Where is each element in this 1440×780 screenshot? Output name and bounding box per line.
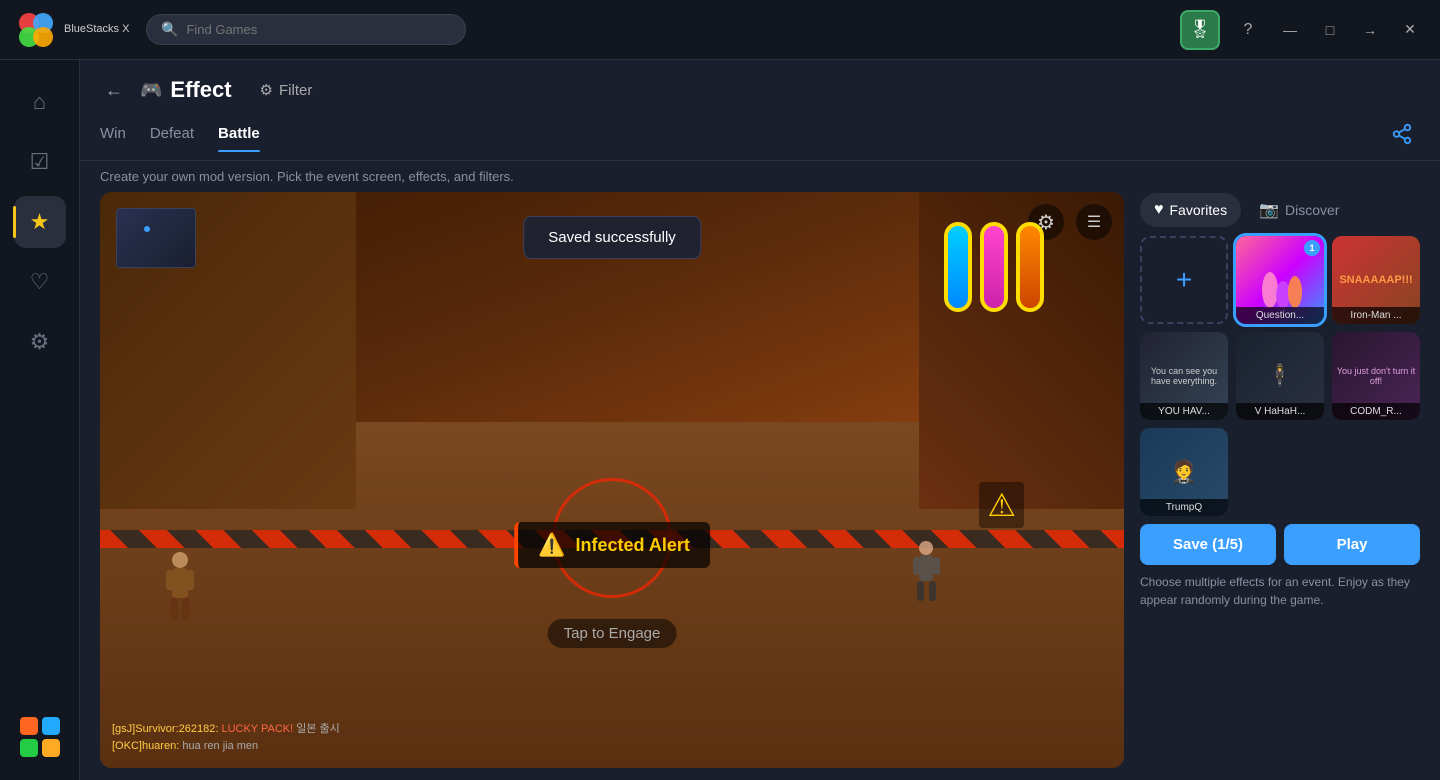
gear-icon: ⚙ [30,329,50,355]
game-character-2 [909,538,944,608]
youhav-card-label: YOU HAV... [1140,403,1228,420]
effect-stick-1 [944,222,972,312]
question-effect-visual [1255,250,1305,310]
right-panel: ♥ Favorites 📷 Discover + [1140,192,1420,768]
titlebar-right: 🎖 ? — □ → ✕ [1180,10,1424,50]
forward-button[interactable]: → [1356,16,1384,44]
filter-button[interactable]: ⚙ Filter [260,81,313,99]
tabs-row: Win Defeat Battle [80,104,1440,161]
effect-overlay [944,222,1044,312]
effect-stick-3 [1016,222,1044,312]
sidebar-item-settings[interactable]: ⚙ [14,316,66,368]
hud-menu-button[interactable]: ☰ [1076,204,1112,240]
tab-defeat[interactable]: Defeat [150,125,194,152]
filter-label: Filter [279,82,312,99]
panel-tabs: ♥ Favorites 📷 Discover [1140,192,1420,228]
library-icon: ☑ [30,149,50,175]
effect-card-youhav[interactable]: You can see you have everything. YOU HAV… [1140,332,1228,420]
play-button[interactable]: Play [1284,524,1420,565]
star-icon: ★ [30,209,50,235]
panel-tab-favorites[interactable]: ♥ Favorites [1140,193,1241,227]
home-icon: ⌂ [33,89,46,115]
back-button[interactable]: ← [100,76,128,104]
help-button[interactable]: ? [1232,14,1264,46]
share-icon [1391,123,1413,145]
page-title-area: 🎮 Effect [140,77,232,103]
minimap-inner [117,209,195,267]
add-effect-card[interactable]: + [1140,236,1228,324]
logo-area: BlueStacks X [16,10,146,50]
tab-battle[interactable]: Battle [218,125,260,152]
description: Create your own mod version. Pick the ev… [80,161,1440,192]
effect-stick-2 [980,222,1008,312]
sidebar-item-library[interactable]: ☑ [14,136,66,188]
close-button[interactable]: ✕ [1396,16,1424,44]
minimize-button[interactable]: — [1276,16,1304,44]
saved-toast: Saved successfully [523,216,701,259]
game-character-1 [160,548,200,628]
sidebar-item-favorites[interactable]: ★ [14,196,66,248]
bluestacks-bottom-logo [18,715,62,759]
vhaha-card-label: V HaHaH... [1236,403,1324,420]
tab-win[interactable]: Win [100,125,126,152]
titlebar: BlueStacks X 🔍 🎖 ? — □ → ✕ [0,0,1440,60]
effects-grid: + Question... 1 [1140,236,1420,516]
save-button[interactable]: Save (1/5) [1140,524,1276,565]
main-layout: ⌂ ☑ ★ ♡ ⚙ ← 🎮 Effect [0,60,1440,780]
sidebar: ⌂ ☑ ★ ♡ ⚙ [0,60,80,780]
content-area: ← 🎮 Effect ⚙ Filter Win Defeat Battle [80,60,1440,780]
effect-card-trumpq[interactable]: 🤵 TrumpQ [1140,428,1228,516]
chat-line-1: [gsJ]Survivor:262182: LUCKY PACK! 일본 출시 [112,721,340,739]
discover-camera-icon: 📷 [1259,200,1279,220]
favorites-label: Favorites [1170,202,1228,218]
favorites-heart-icon: ♥ [1154,201,1164,219]
sidebar-item-home[interactable]: ⌂ [14,76,66,128]
hint-text: Choose multiple effects for an event. En… [1140,573,1420,609]
bluestacks-logo-icon [16,10,56,50]
top-nav: ← 🎮 Effect ⚙ Filter [80,60,1440,104]
page-title: Effect [170,77,231,103]
share-button[interactable] [1384,116,1420,152]
panels: ⚙ ☰ Saved successfully ⚠ [80,192,1440,780]
minimap [116,208,196,268]
alert-text: Infected Alert [576,535,690,556]
effect-card-ironman[interactable]: SNAAAAAP!!! Iron-Man ... [1332,236,1420,324]
sidebar-item-heart[interactable]: ♡ [14,256,66,308]
heart-icon: ♡ [30,269,50,295]
effect-icon: 🎮 [140,80,162,101]
search-icon: 🔍 [161,21,178,38]
chat-area: [gsJ]Survivor:262182: LUCKY PACK! 일본 출시 … [112,721,340,756]
effect-card-question[interactable]: Question... 1 [1236,236,1324,324]
add-icon: + [1176,264,1192,296]
chat-line-2: [OKC]huaren: hua ren jia men [112,738,340,756]
question-card-badge: 1 [1304,240,1320,256]
logo-text: BlueStacks X [64,23,129,36]
codm-card-label: CODM_R... [1332,403,1420,420]
search-bar[interactable]: 🔍 [146,14,466,45]
alert-warning-icon: ⚠️ [538,532,565,558]
ironman-card-label: Iron-Man ... [1332,307,1420,324]
discover-label: Discover [1285,202,1339,218]
effect-card-codm[interactable]: You just don't turn it off! CODM_R... [1332,332,1420,420]
panel-tab-discover[interactable]: 📷 Discover [1245,192,1353,228]
filter-icon: ⚙ [260,81,273,99]
minimap-dot [144,226,150,232]
question-card-label: Question... [1236,307,1324,324]
warning-triangle-icon: ⚠ [979,482,1024,528]
maximize-button[interactable]: □ [1316,16,1344,44]
tap-engage-text[interactable]: Tap to Engage [548,619,677,648]
action-buttons: Save (1/5) Play [1140,524,1420,565]
sidebar-bottom [18,715,62,764]
search-input[interactable] [186,22,451,37]
game-preview: ⚙ ☰ Saved successfully ⚠ [100,192,1124,768]
infected-alert-banner: ⚠️ Infected Alert [514,522,710,568]
avatar[interactable]: 🎖 [1180,10,1220,50]
effect-card-vhaha[interactable]: 🕴 V HaHaH... [1236,332,1324,420]
trumpq-card-label: TrumpQ [1140,499,1228,516]
game-background: ⚙ ☰ Saved successfully ⚠ [100,192,1124,768]
